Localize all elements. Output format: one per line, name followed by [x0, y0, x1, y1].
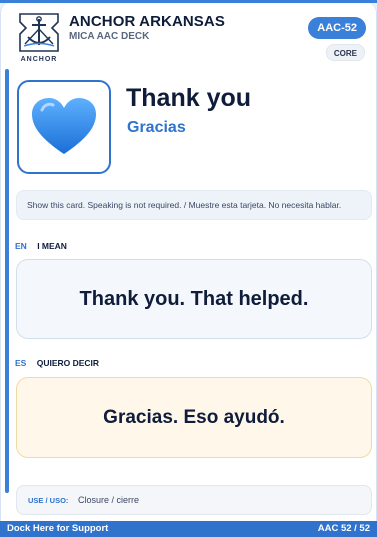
use-label: USE / USO: [28, 496, 69, 505]
left-accent-rail [5, 69, 9, 493]
spanish-label-row: ES QUIERO DECIR [15, 358, 99, 368]
svg-text:ANCHOR: ANCHOR [21, 56, 58, 63]
english-code: EN [15, 241, 27, 251]
footer-bar: Dock Here for Support AAC 52 / 52 [0, 521, 377, 537]
title-english: Thank you [126, 84, 252, 112]
spanish-label: QUIERO DECIR [36, 358, 100, 368]
use-box: USE / USO: Closure / cierre [16, 485, 372, 515]
aac-card: ANCHOR ANCHOR ARKANSAS MICA AAC DECK AAC… [0, 3, 377, 521]
title-spanish: Gracias [127, 119, 186, 136]
symbol-tile[interactable] [17, 80, 111, 174]
card-counter: AAC 52 / 52 [317, 523, 370, 534]
anchor-logo: ANCHOR [16, 11, 62, 63]
dock-support-link[interactable]: Dock Here for Support [7, 523, 108, 534]
card-id-badge: AAC-52 [308, 17, 366, 39]
use-value: Closure / cierre [77, 495, 139, 505]
spanish-phrase: Gracias. Eso ayudó. [103, 406, 285, 428]
spanish-code: ES [15, 358, 27, 368]
english-phrase: Thank you. That helped. [79, 287, 309, 310]
category-badge: CORE [325, 44, 365, 61]
deck-name: MICA AAC DECK [69, 31, 150, 42]
instruction-hint: Show this card. Speaking is not required… [16, 190, 372, 220]
org-name: ANCHOR ARKANSAS [69, 13, 225, 30]
spanish-phrase-box[interactable]: Gracias. Eso ayudó. [16, 377, 372, 458]
english-label-row: EN I MEAN [15, 241, 67, 251]
blue-heart-icon [32, 98, 96, 154]
english-phrase-box[interactable]: Thank you. That helped. [16, 259, 372, 339]
english-label: I MEAN [37, 241, 67, 251]
